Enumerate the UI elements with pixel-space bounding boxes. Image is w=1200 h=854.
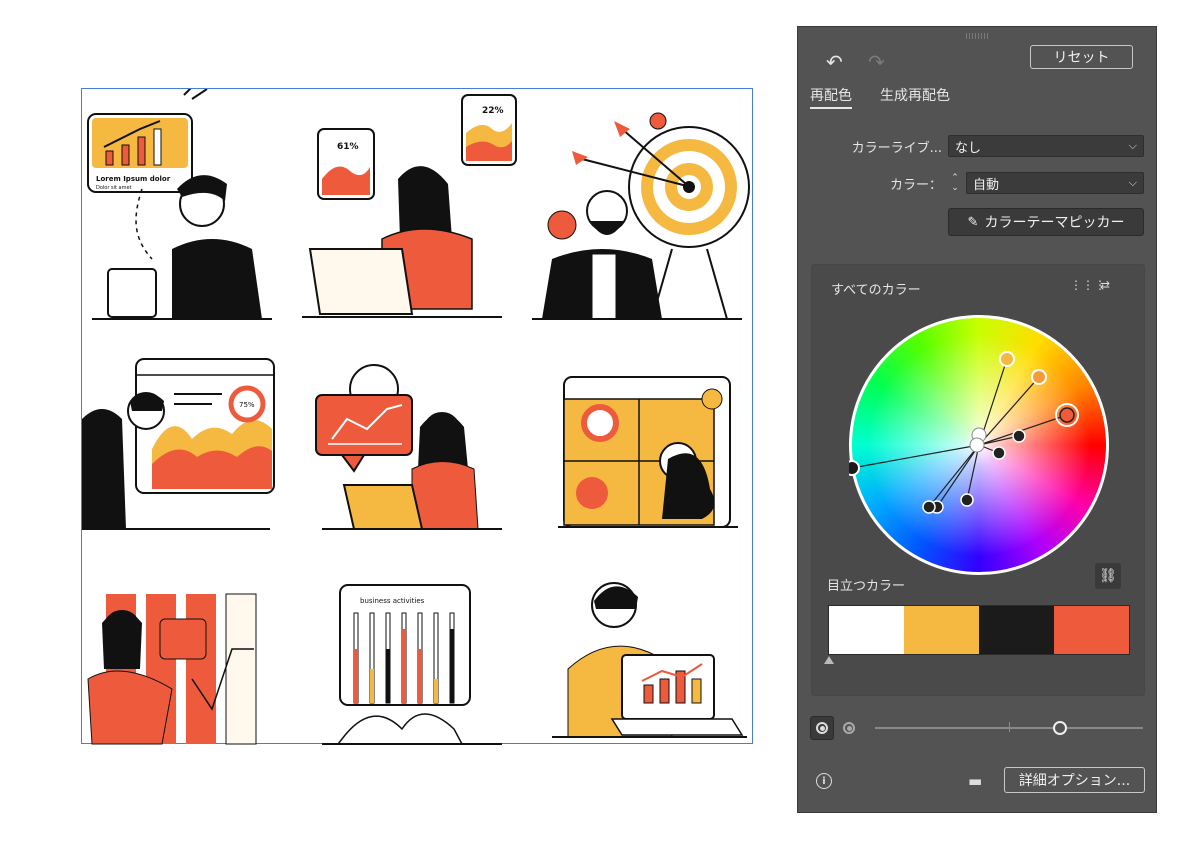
illustration-bubble-chart xyxy=(315,364,502,530)
color-count-label: カラー： xyxy=(889,178,942,193)
swatch-yellow[interactable] xyxy=(904,606,979,654)
swatch-orange[interactable] xyxy=(1054,606,1129,654)
lorem-text: Lorem Ipsum dolor xyxy=(96,175,171,183)
color-handle-base[interactable] xyxy=(1059,407,1075,423)
panel-grip[interactable] xyxy=(966,33,988,39)
slider-center-tick xyxy=(1009,722,1010,732)
color-handle-dark-3[interactable] xyxy=(960,493,974,507)
color-count-select[interactable]: 自動 ⌵ xyxy=(966,172,1144,194)
swatch-marker[interactable] xyxy=(824,656,834,664)
pct-22-text: 22% xyxy=(482,106,504,116)
color-handle-dark-5[interactable] xyxy=(922,500,936,514)
brightness-slider-thumb[interactable] xyxy=(1053,721,1067,735)
color-library-select[interactable]: なし ⌵ xyxy=(948,135,1144,157)
canvas-area[interactable]: Lorem Ipsum dolor Dolor sit amet 61% 22%… xyxy=(0,0,790,854)
recolor-panel: ↶ ↷ リセット 再配色 生成再配色 カラーライブ... なし ⌵ カラー： ⌃… xyxy=(797,26,1157,813)
eyedropper-icon: ✎ xyxy=(967,214,979,230)
color-handle-dark-2[interactable] xyxy=(992,446,1006,460)
info-icon[interactable]: i xyxy=(816,773,832,789)
color-count-stepper[interactable]: ⌃ ⌄ xyxy=(948,173,962,195)
color-handle-black[interactable] xyxy=(849,460,860,476)
illustration-grid: Lorem Ipsum dolor Dolor sit amet 61% 22%… xyxy=(82,89,750,745)
illustration-woman-charts: 61% 22% xyxy=(302,94,517,318)
illustration-sliders: business activities xyxy=(322,584,502,745)
swatch-black[interactable] xyxy=(979,606,1054,654)
illustration-bars-woman xyxy=(87,593,257,745)
folder-icon[interactable]: ▬ xyxy=(968,772,982,790)
shuffle-colors-icon[interactable]: ⇄ xyxy=(1100,278,1110,292)
chevron-down-icon: ⌵ xyxy=(1128,139,1137,152)
color-wheel[interactable] xyxy=(849,315,1109,575)
link-icon[interactable]: ⛓ xyxy=(1095,563,1121,589)
all-colors-label: すべてのカラー xyxy=(831,283,921,298)
color-handle-yellow[interactable] xyxy=(999,351,1015,367)
artboard[interactable]: Lorem Ipsum dolor Dolor sit amet 61% 22%… xyxy=(81,88,753,745)
color-library-value: なし xyxy=(955,140,982,156)
saturation-mode-button[interactable] xyxy=(837,716,861,740)
dolor-text: Dolor sit amet xyxy=(96,185,132,191)
pct-75-text: 75% xyxy=(239,401,255,409)
pct-61-text: 61% xyxy=(337,142,359,152)
color-handle-orange[interactable] xyxy=(1031,369,1047,385)
chevron-down-icon: ⌵ xyxy=(1128,176,1137,189)
tab-generative-recolor[interactable]: 生成再配色 xyxy=(880,85,950,105)
advanced-options-button[interactable]: 詳細オプション... xyxy=(1004,767,1145,793)
business-text: business activities xyxy=(360,597,425,605)
undo-icon[interactable]: ↶ xyxy=(826,52,843,72)
brightness-mode-button[interactable] xyxy=(810,716,834,740)
prominent-colors-bar[interactable] xyxy=(828,605,1130,655)
color-library-label: カラーライブ... xyxy=(851,141,942,156)
color-wheel-section: すべてのカラー ⋮⋮⋮ ⇄ ⛓ 目立つカラー xyxy=(811,264,1145,696)
swatch-white[interactable] xyxy=(829,606,904,654)
illustration-puzzle xyxy=(558,376,738,528)
illustration-laptop-man xyxy=(552,582,747,738)
color-theme-picker-button[interactable]: ✎ カラーテーマピッカー xyxy=(948,208,1144,236)
color-handle-dark-1[interactable] xyxy=(1012,429,1026,443)
prominent-colors-label: 目立つカラー xyxy=(827,579,906,594)
redo-icon[interactable]: ↷ xyxy=(868,52,885,72)
illustration-monitor-chart: 75% xyxy=(82,358,275,530)
color-handle-white-2[interactable] xyxy=(969,437,985,453)
illustration-target-man xyxy=(532,112,750,320)
illustration-thinking-man: Lorem Ipsum dolor Dolor sit amet xyxy=(87,89,272,320)
reset-button[interactable]: リセット xyxy=(1030,45,1133,69)
color-count-value: 自動 xyxy=(973,177,1000,193)
tab-recolor[interactable]: 再配色 xyxy=(810,85,852,109)
color-handles xyxy=(849,351,1079,514)
color-theme-picker-label: カラーテーマピッカー xyxy=(984,215,1125,231)
